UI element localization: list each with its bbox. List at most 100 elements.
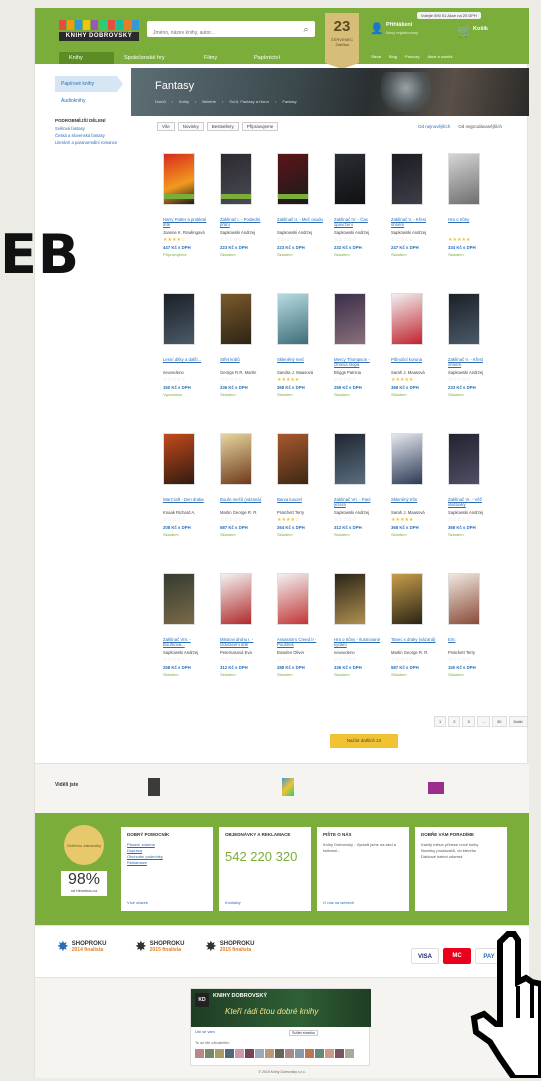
product-card[interactable]: Harry Potter a prokleté dítě Joanne K. Ro… xyxy=(163,153,215,257)
top-notice[interactable]: Volejte 590 51 Akce na 20 DPH xyxy=(417,12,481,19)
breadcrumb-item[interactable]: Knihy xyxy=(179,99,189,104)
sidebar-item-paper-books[interactable]: Papírové knihy xyxy=(55,76,123,92)
product-cover[interactable] xyxy=(163,153,195,205)
product-title[interactable]: Hra o trůny xyxy=(448,217,496,228)
product-card[interactable]: Bouře mečů (vázaná) Martin George R. R. ☆☆… xyxy=(220,433,272,537)
page-link[interactable]: 2 xyxy=(448,716,461,727)
product-card[interactable]: Eric Pratchett Terry ☆☆☆☆☆ 150 Kč s DPH Skla… xyxy=(448,573,500,677)
product-cover[interactable] xyxy=(391,153,423,205)
search-input[interactable] xyxy=(147,25,293,41)
product-cover[interactable] xyxy=(163,293,195,345)
card-more-link[interactable]: Kontakty xyxy=(225,900,241,905)
logo[interactable]: KNIHY DOBROVSKÝ xyxy=(59,20,139,42)
page-link[interactable]: 3 xyxy=(462,716,475,727)
product-title[interactable]: Barva kouzel xyxy=(277,497,325,508)
product-title[interactable]: Eric xyxy=(448,637,496,648)
subnav-item[interactable]: Sleva xyxy=(371,52,381,62)
sidebar-subcategory[interactable]: Česká a slovenská fantasy xyxy=(55,133,125,139)
product-title[interactable]: Lesní dítky a další... xyxy=(163,357,211,368)
product-card[interactable]: WarCraft - Den draka Knaak Richard A. ☆☆☆☆… xyxy=(163,433,215,537)
product-title[interactable]: Tanec s draky (vázaná) xyxy=(391,637,439,648)
filter-all[interactable]: Vše xyxy=(157,122,175,131)
product-title[interactable]: Zaklínač IV. - Čas opovržení xyxy=(334,217,382,228)
product-cover[interactable] xyxy=(334,293,366,345)
viewed-item-thumb[interactable] xyxy=(148,778,160,796)
sort-bestselling[interactable]: Od nejprodávanějších xyxy=(458,124,502,129)
page-link[interactable]: 1 xyxy=(434,716,447,727)
login-box[interactable]: 👤 Přihlášení Nový registrovaný xyxy=(370,20,455,42)
product-card[interactable]: Mistrovi druhu I. - Odvrácení dítě Petern… xyxy=(220,573,272,677)
filter-upcoming[interactable]: Připravujeme xyxy=(241,122,279,131)
nav-filmy[interactable]: Filmy xyxy=(194,52,244,64)
product-title[interactable]: Harry Potter a prokleté dítě xyxy=(163,217,211,228)
subnav-item[interactable]: Provozy xyxy=(405,52,419,62)
search-icon[interactable]: ⌕ xyxy=(299,23,313,35)
product-card[interactable]: Zaklínač VII. - Paní jezera Sapkowski And… xyxy=(334,433,386,537)
product-title[interactable]: Zaklínač VIII. - Bouřková... xyxy=(163,637,211,648)
product-title[interactable]: Skleněný meč xyxy=(277,357,325,368)
product-title[interactable]: Mercy Thompson - Ohnivá stopa xyxy=(334,357,382,368)
product-title[interactable]: Mistrovi druhu I. - Odvrácení dítě xyxy=(220,637,268,648)
sidebar-subcategory[interactable]: Světová fantasy xyxy=(55,126,125,132)
product-title[interactable]: Zaklínač VII. - Paní jezera xyxy=(334,497,382,508)
product-cover[interactable] xyxy=(220,573,252,625)
product-cover[interactable] xyxy=(277,433,309,485)
product-title[interactable]: Bouře mečů (vázaná) xyxy=(220,497,268,508)
product-card[interactable]: Zaklínač V. - Křest ohněm Sapkowski Andrz… xyxy=(391,153,443,257)
product-card[interactable]: Zaklínač VI. - Věž vlaštovky Sapkowski An… xyxy=(448,433,500,537)
load-more-button[interactable]: Načíst dalších 24 xyxy=(330,734,398,748)
fb-share-button[interactable]: Sdílet stránku xyxy=(289,1030,319,1036)
help-link[interactable]: Reklamace xyxy=(127,860,207,866)
card-more-link[interactable]: Více otázek xyxy=(127,900,148,905)
page-link[interactable]: 30 xyxy=(492,716,507,727)
product-cover[interactable] xyxy=(334,153,366,205)
viewed-item-thumb[interactable] xyxy=(282,778,294,796)
product-title[interactable]: Skleněný trůn xyxy=(391,497,439,508)
subnav-item[interactable]: Blog xyxy=(389,52,397,62)
product-cover[interactable] xyxy=(391,433,423,485)
phone-number[interactable]: 542 220 320 xyxy=(225,849,305,864)
product-cover[interactable] xyxy=(277,573,309,625)
product-card[interactable]: Skleněný trůn Sarah J. Maasová ★★★★★ 368 Kč… xyxy=(391,433,443,537)
sidebar-item-audiobooks[interactable]: Audioknihy xyxy=(61,98,125,104)
product-cover[interactable] xyxy=(334,433,366,485)
sort-newest[interactable]: Od nejnovějších xyxy=(418,124,450,129)
product-title[interactable]: Hra o trůny - Ilustrované vydání xyxy=(334,637,382,648)
product-card[interactable]: Skleněný meč Sandra J. Maasová ★★★★★ 368 Kč… xyxy=(277,293,329,397)
product-title[interactable]: Zaklínač II. - Meč osudu xyxy=(277,217,325,228)
product-card[interactable]: Hra o trůny - Ilustrované vydání neuveden… xyxy=(334,573,386,677)
page-next[interactable]: Další xyxy=(508,716,528,727)
product-cover[interactable] xyxy=(448,153,480,205)
product-cover[interactable] xyxy=(220,433,252,485)
product-title[interactable]: Střet králů xyxy=(220,357,268,368)
viewed-item-thumb[interactable] xyxy=(428,782,444,794)
product-cover[interactable] xyxy=(448,573,480,625)
card-more-link[interactable]: O nás na webech xyxy=(323,900,354,905)
product-title[interactable]: Zaklínač VI. - Věž vlaštovky xyxy=(448,497,496,508)
product-cover[interactable] xyxy=(277,153,309,205)
product-cover[interactable] xyxy=(334,573,366,625)
heureka-badge[interactable]: Ověřeno zákazníky 98% od Heurekou.cz xyxy=(61,825,107,915)
product-card[interactable]: Zaklínač VIII. - Bouřková... Sapkowski An… xyxy=(163,573,215,677)
product-card[interactable]: Barva kouzel Pratchett Terry ★★★★☆ 264 Kč s… xyxy=(277,433,329,537)
product-cover[interactable] xyxy=(163,433,195,485)
nav-spolecenske-hry[interactable]: Společenské hry xyxy=(114,52,194,64)
product-cover[interactable] xyxy=(448,433,480,485)
product-card[interactable]: Zaklínač I. - Poslední přání Sapkowski An… xyxy=(220,153,272,257)
breadcrumb-item[interactable]: Beletrie xyxy=(202,99,216,104)
product-cover[interactable] xyxy=(277,293,309,345)
product-card[interactable]: Tanec s draky (vázaná) Martin George R. R… xyxy=(391,573,443,677)
product-card[interactable]: Assassin's Creed II - Pouštník Bowden Oli… xyxy=(277,573,329,677)
product-cover[interactable] xyxy=(391,293,423,345)
filter-bestsellers[interactable]: Bestsellery xyxy=(206,122,239,131)
product-card[interactable]: Půlnoční koruna Sarah J. Maasová ★★★★★ 368 … xyxy=(391,293,443,397)
sidebar-subcategory[interactable]: Literární a paranormální romance xyxy=(55,140,125,146)
product-cover[interactable] xyxy=(220,293,252,345)
product-card[interactable]: Zaklínač II. - Meč osudu Sapkowski Andrze… xyxy=(277,153,329,257)
product-card[interactable]: Mercy Thompson - Ohnivá stopa Briggs Patr… xyxy=(334,293,386,397)
product-card[interactable]: Hra o trůny ★★★★★ 334 Kč s DPH Skladem xyxy=(448,153,500,257)
product-title[interactable]: WarCraft - Den draka xyxy=(163,497,211,508)
product-card[interactable]: Zaklínač IV. - Čas opovržení Sapkowski An… xyxy=(334,153,386,257)
product-title[interactable]: Zaklínač V. - Křest ohněm xyxy=(391,217,439,228)
filter-new[interactable]: Novinky xyxy=(177,122,204,131)
